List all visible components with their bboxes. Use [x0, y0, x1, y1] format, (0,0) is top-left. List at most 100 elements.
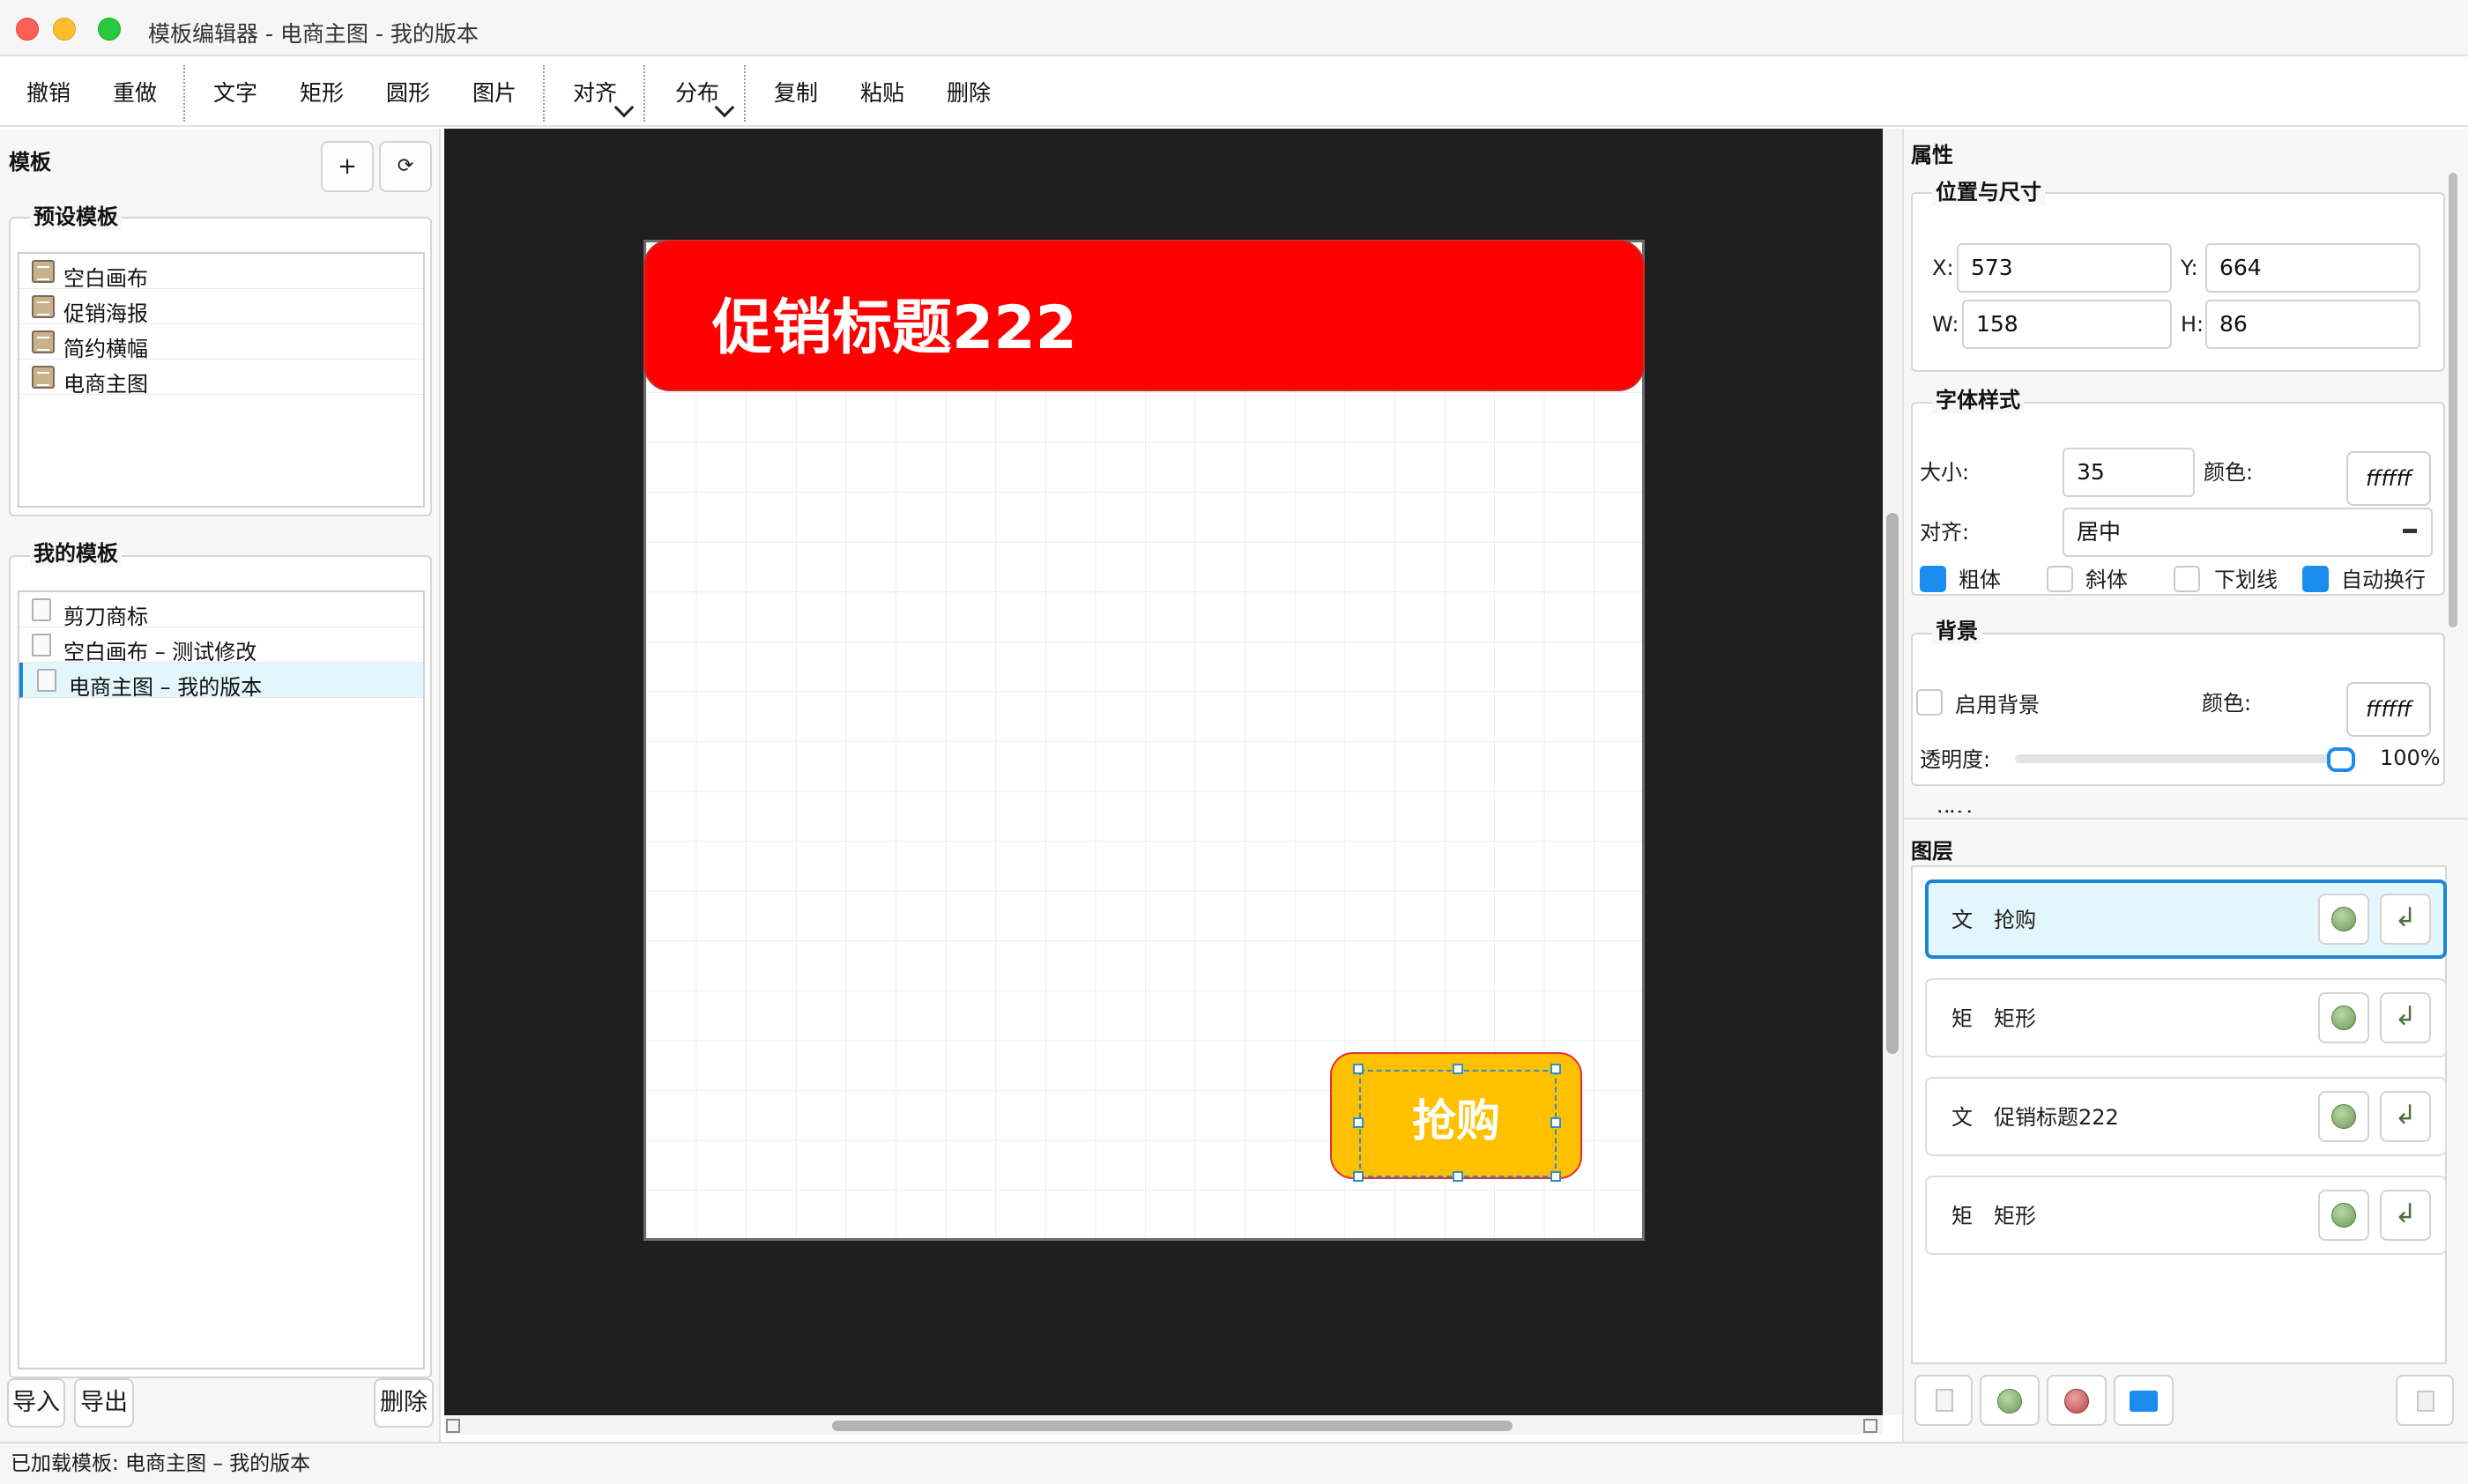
resize-handle[interactable] — [1550, 1117, 1561, 1128]
enable-background-checkbox[interactable] — [1916, 689, 1943, 716]
template-icon — [32, 366, 55, 389]
list-item-label: 促销海报 — [63, 301, 148, 326]
new-layer-button[interactable] — [1914, 1375, 1973, 1426]
minimize-window-button[interactable] — [53, 18, 76, 41]
h-field[interactable]: 86 — [2205, 300, 2420, 349]
layer-name: 促销标题222 — [1994, 1105, 2119, 1130]
show-all-layers-button[interactable] — [1980, 1375, 2040, 1426]
document-icon — [32, 598, 51, 621]
underline-label: 下划线 — [2214, 568, 2278, 592]
lock-toggle-button[interactable]: ↲ — [2380, 1190, 2431, 1241]
delete-template-button[interactable]: 删除 — [374, 1378, 434, 1428]
import-button[interactable]: 导入 — [7, 1378, 65, 1428]
scroll-right-icon[interactable] — [1863, 1419, 1877, 1433]
properties-scrollbar[interactable] — [2449, 173, 2457, 627]
underline-checkbox[interactable] — [2174, 566, 2200, 592]
x-field[interactable]: 573 — [1957, 243, 2172, 293]
layer-type: 矩 — [1951, 1006, 1973, 1031]
redo-button[interactable]: 重做 — [100, 76, 169, 111]
add-circle-button[interactable]: 圆形 — [374, 76, 442, 111]
visibility-toggle-button[interactable] — [2318, 1190, 2369, 1241]
resize-handle[interactable] — [1453, 1064, 1463, 1074]
stroke-title: 描边 — [1932, 804, 1981, 812]
list-item[interactable]: 简约横幅 — [19, 324, 423, 361]
add-image-button[interactable]: 图片 — [460, 76, 529, 111]
opacity-slider[interactable] — [2015, 754, 2339, 763]
list-item[interactable]: 电商主图 — [19, 360, 423, 397]
paste-button[interactable]: 粘贴 — [848, 76, 917, 111]
list-item[interactable]: 空白画布 — [19, 254, 423, 291]
add-template-button[interactable]: + — [321, 141, 374, 192]
add-rect-button[interactable]: 矩形 — [287, 76, 356, 111]
scroll-left-icon[interactable] — [446, 1419, 460, 1433]
layer-row[interactable]: 矩 矩形 ↲ — [1925, 1176, 2447, 1255]
opacity-slider-handle[interactable] — [2327, 747, 2355, 772]
trash-layer-button[interactable] — [2396, 1375, 2454, 1426]
visibility-icon — [2331, 907, 2356, 931]
list-item-label: 电商主图 — [63, 372, 148, 397]
layer-row[interactable]: 文 促销标题222 ↲ — [1925, 1077, 2447, 1156]
opacity-value: 100% — [2380, 746, 2441, 770]
y-label: Y: — [2181, 256, 2198, 280]
panel-divider — [1904, 818, 2468, 820]
position-size-title: 位置与尺寸 — [1932, 174, 2045, 205]
open-folder-button[interactable] — [2114, 1375, 2174, 1426]
align-select[interactable]: 居中 — [2063, 508, 2433, 557]
visibility-toggle-button[interactable] — [2318, 894, 2369, 945]
template-icon — [32, 295, 55, 318]
layer-row-selected[interactable]: 文 抢购 ↲ — [1925, 879, 2447, 959]
delete-button[interactable]: 删除 — [934, 76, 1003, 111]
list-item-label: 空白画布 – 测试修改 — [63, 640, 257, 664]
my-templates-title: 我的模板 — [30, 536, 122, 567]
folder-icon — [2130, 1391, 2158, 1412]
resize-handle[interactable] — [1550, 1064, 1561, 1074]
toolbar-separator — [543, 65, 545, 122]
list-item[interactable]: 空白画布 – 测试修改 — [19, 627, 423, 664]
selection-box[interactable] — [1359, 1070, 1557, 1177]
font-size-field[interactable]: 35 — [2063, 448, 2195, 497]
list-item-label: 电商主图 – 我的版本 — [69, 675, 263, 700]
bold-checkbox[interactable] — [1920, 566, 1946, 592]
add-text-button[interactable]: 文字 — [201, 76, 270, 111]
visibility-toggle-button[interactable] — [2318, 992, 2369, 1043]
canvas-horizontal-scrollbar[interactable] — [444, 1415, 1883, 1435]
visibility-icon — [2331, 1104, 2356, 1129]
list-item[interactable]: 剪刀商标 — [19, 592, 423, 629]
italic-checkbox[interactable] — [2047, 566, 2073, 592]
visibility-icon — [2331, 1203, 2356, 1228]
font-color-button[interactable]: ffffff — [2346, 451, 2431, 506]
hide-all-layers-button[interactable] — [2047, 1375, 2107, 1426]
canvas-vertical-scrollbar[interactable] — [1883, 129, 1902, 1415]
maximize-window-button[interactable] — [98, 18, 121, 41]
y-field[interactable]: 664 — [2205, 243, 2420, 293]
list-item-selected[interactable]: 电商主图 – 我的版本 — [19, 663, 423, 700]
scroll-thumb[interactable] — [832, 1421, 1513, 1431]
resize-handle[interactable] — [1353, 1117, 1364, 1128]
refresh-icon[interactable]: ⟳ — [379, 141, 432, 192]
visibility-toggle-button[interactable] — [2318, 1091, 2369, 1142]
export-button[interactable]: 导出 — [74, 1378, 134, 1428]
scroll-thumb[interactable] — [1886, 513, 1899, 1054]
trash-icon — [2417, 1391, 2435, 1412]
banner-title-text[interactable]: 促销标题222 — [712, 278, 1077, 366]
lock-toggle-button[interactable]: ↲ — [2380, 992, 2431, 1043]
bg-color-button[interactable]: ffffff — [2346, 682, 2431, 737]
layer-row[interactable]: 矩 矩形 ↲ — [1925, 978, 2447, 1057]
layers-title: 图层 — [1911, 839, 1953, 864]
title-bar: 模板编辑器 - 电商主图 - 我的版本 — [0, 0, 2468, 56]
list-item[interactable]: 促销海报 — [19, 289, 423, 326]
resize-handle[interactable] — [1353, 1064, 1364, 1074]
lock-toggle-button[interactable]: ↲ — [2380, 894, 2431, 945]
resize-handle[interactable] — [1453, 1171, 1463, 1182]
wrap-checkbox[interactable] — [2302, 566, 2329, 592]
copy-button[interactable]: 复制 — [762, 76, 830, 111]
w-field[interactable]: 158 — [1962, 300, 2172, 349]
resize-handle[interactable] — [1353, 1171, 1364, 1182]
red-dot-icon — [2064, 1389, 2089, 1414]
window-title: 模板编辑器 - 电商主图 - 我的版本 — [148, 21, 479, 47]
close-window-button[interactable] — [16, 18, 39, 41]
undo-button[interactable]: 撤销 — [14, 76, 83, 111]
lock-toggle-button[interactable]: ↲ — [2380, 1091, 2431, 1142]
resize-handle[interactable] — [1550, 1171, 1561, 1182]
x-label: X: — [1932, 256, 1954, 280]
